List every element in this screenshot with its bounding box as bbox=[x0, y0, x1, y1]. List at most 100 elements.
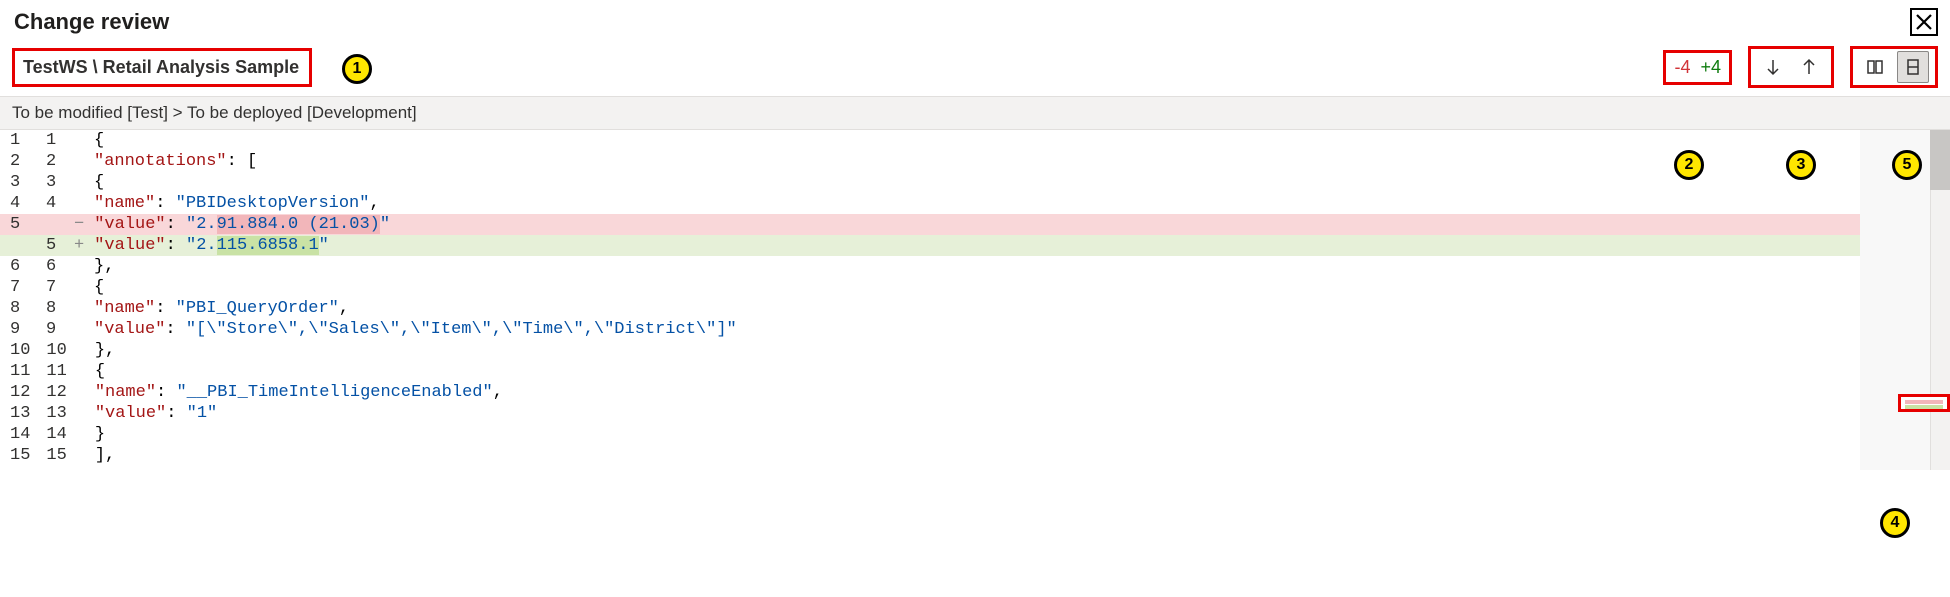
code-content: { bbox=[91, 361, 105, 382]
code-content: { bbox=[90, 130, 104, 151]
prev-diff-button[interactable] bbox=[1793, 51, 1825, 83]
line-number-left: 5 bbox=[0, 214, 36, 235]
line-number-left: 9 bbox=[0, 319, 36, 340]
line-number-right: 11 bbox=[36, 361, 72, 382]
breadcrumb: TestWS \ Retail Analysis Sample bbox=[12, 48, 312, 87]
close-button[interactable] bbox=[1910, 8, 1938, 36]
diff-line: 1111 { bbox=[0, 361, 1950, 382]
line-number-left: 6 bbox=[0, 256, 36, 277]
diff-subheader[interactable]: To be modified [Test] > To be deployed [… bbox=[0, 97, 1950, 130]
code-content: "value": "1" bbox=[91, 403, 217, 424]
diff-line: 88 "name": "PBI_QueryOrder", bbox=[0, 298, 1950, 319]
diff-sign bbox=[72, 319, 90, 340]
callout-3: 3 bbox=[1786, 150, 1816, 180]
line-number-left: 3 bbox=[0, 172, 36, 193]
arrow-down-icon bbox=[1764, 58, 1782, 76]
diff-line: 99 "value": "[\"Store\",\"Sales\",\"Item… bbox=[0, 319, 1950, 340]
inline-view-button[interactable] bbox=[1897, 51, 1929, 83]
code-content: "annotations": [ bbox=[90, 151, 257, 172]
code-content: "value": "2.91.884.0 (21.03)" bbox=[90, 214, 390, 235]
line-number-left: 4 bbox=[0, 193, 36, 214]
diff-sign: − bbox=[72, 214, 90, 235]
code-content: "name": "__PBI_TimeIntelligenceEnabled", bbox=[91, 382, 503, 403]
code-content: } bbox=[91, 424, 105, 445]
code-content: "name": "PBI_QueryOrder", bbox=[90, 298, 349, 319]
line-number-right: 10 bbox=[36, 340, 72, 361]
line-number-right: 12 bbox=[36, 382, 72, 403]
code-content: { bbox=[90, 172, 104, 193]
code-content: "value": "2.115.6858.1" bbox=[90, 235, 329, 256]
line-number-left: 13 bbox=[0, 403, 36, 424]
line-number-left: 10 bbox=[0, 340, 36, 361]
callout-2: 2 bbox=[1674, 150, 1704, 180]
diff-sign bbox=[72, 130, 90, 151]
diff-line: 5+ "value": "2.115.6858.1" bbox=[0, 235, 1950, 256]
line-number-right: 4 bbox=[36, 193, 72, 214]
line-number-right: 1 bbox=[36, 130, 72, 151]
diff-line: 1212 "name": "__PBI_TimeIntelligenceEnab… bbox=[0, 382, 1950, 403]
diff-line: 22 "annotations": [ bbox=[0, 151, 1950, 172]
diff-line: 5 − "value": "2.91.884.0 (21.03)" bbox=[0, 214, 1950, 235]
line-number-left: 1 bbox=[0, 130, 36, 151]
diff-sign bbox=[73, 445, 91, 466]
code-content: "name": "PBIDesktopVersion", bbox=[90, 193, 380, 214]
side-by-side-view-button[interactable] bbox=[1859, 51, 1891, 83]
diff-line: 1515 ], bbox=[0, 445, 1950, 466]
code-content: }, bbox=[91, 340, 115, 361]
diff-sign bbox=[72, 172, 90, 193]
code-content: ], bbox=[91, 445, 115, 466]
diff-sign bbox=[72, 298, 90, 319]
next-diff-button[interactable] bbox=[1757, 51, 1789, 83]
diff-sign: + bbox=[72, 235, 90, 256]
scrollbar-thumb[interactable] bbox=[1930, 130, 1950, 190]
scrollbar-track[interactable] bbox=[1930, 130, 1950, 470]
line-number-left: 15 bbox=[0, 445, 36, 466]
page-title: Change review bbox=[14, 9, 169, 35]
diff-line: 44 "name": "PBIDesktopVersion", bbox=[0, 193, 1950, 214]
diff-line: 11 { bbox=[0, 130, 1950, 151]
line-number-left: 12 bbox=[0, 382, 36, 403]
diff-line: 1313 "value": "1" bbox=[0, 403, 1950, 424]
line-number-right: 13 bbox=[36, 403, 72, 424]
diff-nav-box bbox=[1748, 46, 1834, 88]
view-mode-box bbox=[1850, 46, 1938, 88]
callout-1: 1 bbox=[342, 54, 372, 84]
line-number-left: 2 bbox=[0, 151, 36, 172]
diff-line: 66 }, bbox=[0, 256, 1950, 277]
line-number-left: 14 bbox=[0, 424, 36, 445]
line-number-left bbox=[0, 235, 36, 256]
diff-editor[interactable]: 11{22 "annotations": [33 {44 "name": "PB… bbox=[0, 130, 1950, 470]
line-number-left: 7 bbox=[0, 277, 36, 298]
diff-sign bbox=[72, 256, 90, 277]
line-number-right: 15 bbox=[36, 445, 72, 466]
line-number-right: 3 bbox=[36, 172, 72, 193]
diff-line: 1010 }, bbox=[0, 340, 1950, 361]
line-number-right: 8 bbox=[36, 298, 72, 319]
minimap-diff-marker[interactable] bbox=[1898, 394, 1950, 412]
diff-sign bbox=[73, 340, 91, 361]
inline-view-icon bbox=[1904, 58, 1922, 76]
line-number-left: 11 bbox=[0, 361, 36, 382]
line-number-right: 6 bbox=[36, 256, 72, 277]
code-content: { bbox=[90, 277, 104, 298]
diff-sign bbox=[72, 151, 90, 172]
diff-line: 33 { bbox=[0, 172, 1950, 193]
added-count: +4 bbox=[1700, 57, 1721, 78]
code-content: "value": "[\"Store\",\"Sales\",\"Item\",… bbox=[90, 319, 737, 340]
diff-sign bbox=[73, 382, 91, 403]
removed-count: -4 bbox=[1674, 57, 1690, 78]
code-content: }, bbox=[90, 256, 114, 277]
diff-sign bbox=[72, 193, 90, 214]
line-number-left: 8 bbox=[0, 298, 36, 319]
diff-sign bbox=[73, 403, 91, 424]
diff-line: 77 { bbox=[0, 277, 1950, 298]
line-number-right: 9 bbox=[36, 319, 72, 340]
line-number-right: 7 bbox=[36, 277, 72, 298]
diff-sign bbox=[73, 424, 91, 445]
diff-sign bbox=[73, 361, 91, 382]
line-number-right: 14 bbox=[36, 424, 72, 445]
line-number-right: 5 bbox=[36, 235, 72, 256]
line-number-right: 2 bbox=[36, 151, 72, 172]
diff-sign bbox=[72, 277, 90, 298]
side-by-side-icon bbox=[1866, 58, 1884, 76]
